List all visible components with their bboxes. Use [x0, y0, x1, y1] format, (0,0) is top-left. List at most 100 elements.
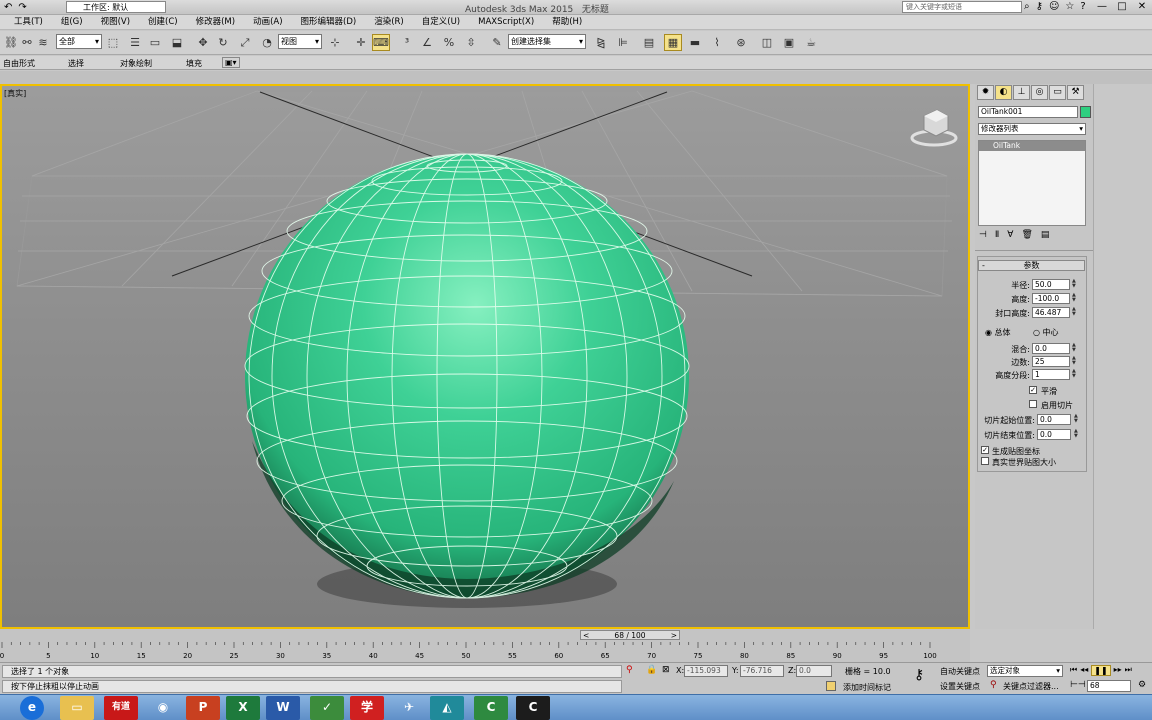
time-config-icon[interactable]: ⚙	[1138, 680, 1146, 690]
ribbon-tab-selection[interactable]: 选择	[68, 58, 84, 69]
percent-snap-icon[interactable]: %	[440, 34, 458, 51]
ribbon-options-icon[interactable]: ▣▾	[222, 57, 240, 68]
key-icon[interactable]: ⚷	[1036, 1, 1043, 12]
feishu-icon[interactable]: ✈	[392, 696, 426, 720]
menu-graph-editors[interactable]: 图形编辑器(D)	[301, 15, 357, 29]
go-to-start-icon[interactable]: ⏮	[1070, 665, 1077, 676]
key-set-dropdown[interactable]: 选定对象 ▾	[987, 665, 1063, 677]
object-name-field[interactable]: OilTank001	[978, 106, 1078, 118]
search-input[interactable]: 键入关键字或短语	[902, 1, 1022, 13]
panel-scroll-area[interactable]	[1093, 84, 1152, 629]
selection-lock-icon[interactable]: 🔒	[646, 665, 657, 675]
add-time-tag[interactable]: 添加时间标记	[843, 682, 891, 693]
stack-item-oiltank[interactable]: OilTank	[979, 141, 1085, 151]
powerpoint-icon[interactable]: P	[186, 696, 220, 720]
rect-selection-icon[interactable]: ▭	[146, 34, 164, 51]
menu-customize[interactable]: 自定义(U)	[422, 15, 460, 29]
explorer-icon[interactable]: ▭	[60, 696, 94, 720]
mirror-icon[interactable]: ⧎	[592, 34, 610, 51]
select-by-name-icon[interactable]: ☰	[126, 34, 144, 51]
pivot-center-icon[interactable]: ⊹	[326, 34, 344, 51]
layer-explorer-icon[interactable]: ▤	[640, 34, 658, 51]
pin-stack-icon[interactable]: ⊣	[979, 230, 987, 240]
close-icon[interactable]: ✕	[1132, 0, 1152, 15]
z-coordinate-field[interactable]: 0.0	[796, 665, 832, 677]
help-icon[interactable]: ?	[1080, 1, 1085, 12]
prev-frame-icon[interactable]: <	[583, 631, 589, 640]
notepad-icon[interactable]: ✓	[310, 696, 344, 720]
create-tab-icon[interactable]: ✹	[977, 85, 994, 100]
perspective-viewport[interactable]: [真实]	[0, 84, 970, 629]
3dsmax-icon[interactable]: ◭	[430, 696, 464, 720]
viewcube-icon[interactable]	[910, 109, 958, 147]
move-icon[interactable]: ✥	[194, 34, 212, 51]
window-crossing-icon[interactable]: ⬓	[168, 34, 186, 51]
menu-views[interactable]: 视图(V)	[101, 15, 130, 29]
prev-key-icon[interactable]: ◂◂	[1080, 665, 1088, 676]
camtasia-recorder-icon[interactable]: C	[516, 696, 550, 720]
youdao-icon[interactable]: 有道	[104, 696, 138, 720]
menu-maxscript[interactable]: MAXScript(X)	[478, 15, 534, 29]
auto-key-button[interactable]: 自动关键点	[940, 666, 980, 677]
ribbon-tab-object-paint[interactable]: 对象绘制	[120, 58, 152, 69]
pause-icon[interactable]: ❚❚	[1091, 665, 1111, 676]
excel-icon[interactable]: X	[226, 696, 260, 720]
time-tag-icon[interactable]	[826, 681, 836, 691]
selection-filter-dropdown[interactable]: 全部	[56, 34, 102, 49]
motion-tab-icon[interactable]: ◎	[1031, 85, 1048, 100]
select-manipulate-icon[interactable]: ✛	[352, 34, 370, 51]
snaps-toggle-icon[interactable]: ³	[398, 34, 416, 51]
absolute-mode-icon[interactable]: ⊠	[662, 665, 670, 675]
set-key-icon[interactable]: ⚷	[914, 667, 924, 683]
scene-explorer-icon[interactable]: ▦	[664, 34, 682, 51]
menu-rendering[interactable]: 渲染(R)	[374, 15, 404, 29]
menu-create[interactable]: 创建(C)	[148, 15, 178, 29]
x-coordinate-field[interactable]: -115.093	[684, 665, 728, 677]
next-key-icon[interactable]: ▸▸	[1114, 665, 1122, 676]
modify-tab-icon[interactable]: ◐	[995, 85, 1012, 100]
utilities-tab-icon[interactable]: ⚒	[1067, 85, 1084, 100]
maximize-icon[interactable]: □	[1112, 0, 1132, 15]
menu-animation[interactable]: 动画(A)	[253, 15, 282, 29]
edit-named-sel-icon[interactable]: ✎	[488, 34, 506, 51]
oiltank-object[interactable]	[244, 153, 690, 599]
keyboard-shortcut-override-icon[interactable]: ⌨	[372, 34, 390, 51]
track-bar[interactable]: 0 5 10 15 20 25 30 35 40 45 50 55 60 65 70 75 80 85 90 95 10…	[0, 642, 970, 662]
material-editor-icon[interactable]: ◫	[758, 34, 776, 51]
make-unique-icon[interactable]: ∀	[1007, 230, 1013, 240]
go-to-end-icon[interactable]: ⏭	[1125, 665, 1132, 676]
remove-modifier-icon[interactable]: 🗑	[1021, 230, 1032, 240]
hierarchy-tab-icon[interactable]: ⊥	[1013, 85, 1030, 100]
user-icon[interactable]: ☺	[1049, 1, 1059, 12]
star-icon[interactable]: ☆	[1065, 1, 1074, 12]
minimize-icon[interactable]: —	[1092, 0, 1112, 15]
angle-snap-icon[interactable]: ∠	[418, 34, 436, 51]
curve-editor-icon[interactable]: ⌇	[708, 34, 726, 51]
lock-icon[interactable]: ⚲	[626, 665, 633, 675]
align-icon[interactable]: ⊫	[614, 34, 632, 51]
y-coordinate-field[interactable]: -76.716	[740, 665, 784, 677]
key-filters-button[interactable]: 关键点过滤器...	[1003, 681, 1059, 692]
menu-help[interactable]: 帮助(H)	[552, 15, 582, 29]
spinner-snap-icon[interactable]: ⇳	[462, 34, 480, 51]
binoculars-icon[interactable]: ⌕	[1024, 1, 1030, 12]
xue-app-icon[interactable]: 学	[350, 696, 384, 720]
named-selection-dropdown[interactable]: 创建选择集	[508, 34, 586, 49]
workspace-dropdown[interactable]: 工作区: 默认	[66, 1, 166, 13]
redo-icon[interactable]: ↷	[18, 2, 26, 13]
ie-icon[interactable]: e	[20, 696, 44, 720]
current-frame-field[interactable]: 68	[1087, 680, 1131, 692]
camtasia-icon[interactable]: C	[474, 696, 508, 720]
menu-group[interactable]: 组(G)	[61, 15, 83, 29]
object-color-swatch[interactable]	[1080, 106, 1091, 118]
chrome-icon[interactable]: ◉	[146, 696, 180, 720]
next-frame-icon[interactable]: >	[671, 631, 677, 640]
select-object-icon[interactable]: ⬚	[104, 34, 122, 51]
ribbon-tab-freeform[interactable]: 自由形式	[3, 58, 35, 69]
set-key-button[interactable]: 设置关键点	[940, 681, 980, 692]
configure-sets-icon[interactable]: ▤	[1041, 230, 1050, 240]
ribbon-tab-populate[interactable]: 填充	[186, 58, 202, 69]
reference-coordinate-dropdown[interactable]: 视图	[278, 34, 322, 49]
menu-modifiers[interactable]: 修改器(M)	[196, 15, 235, 29]
place-icon[interactable]: ◔	[258, 34, 276, 51]
